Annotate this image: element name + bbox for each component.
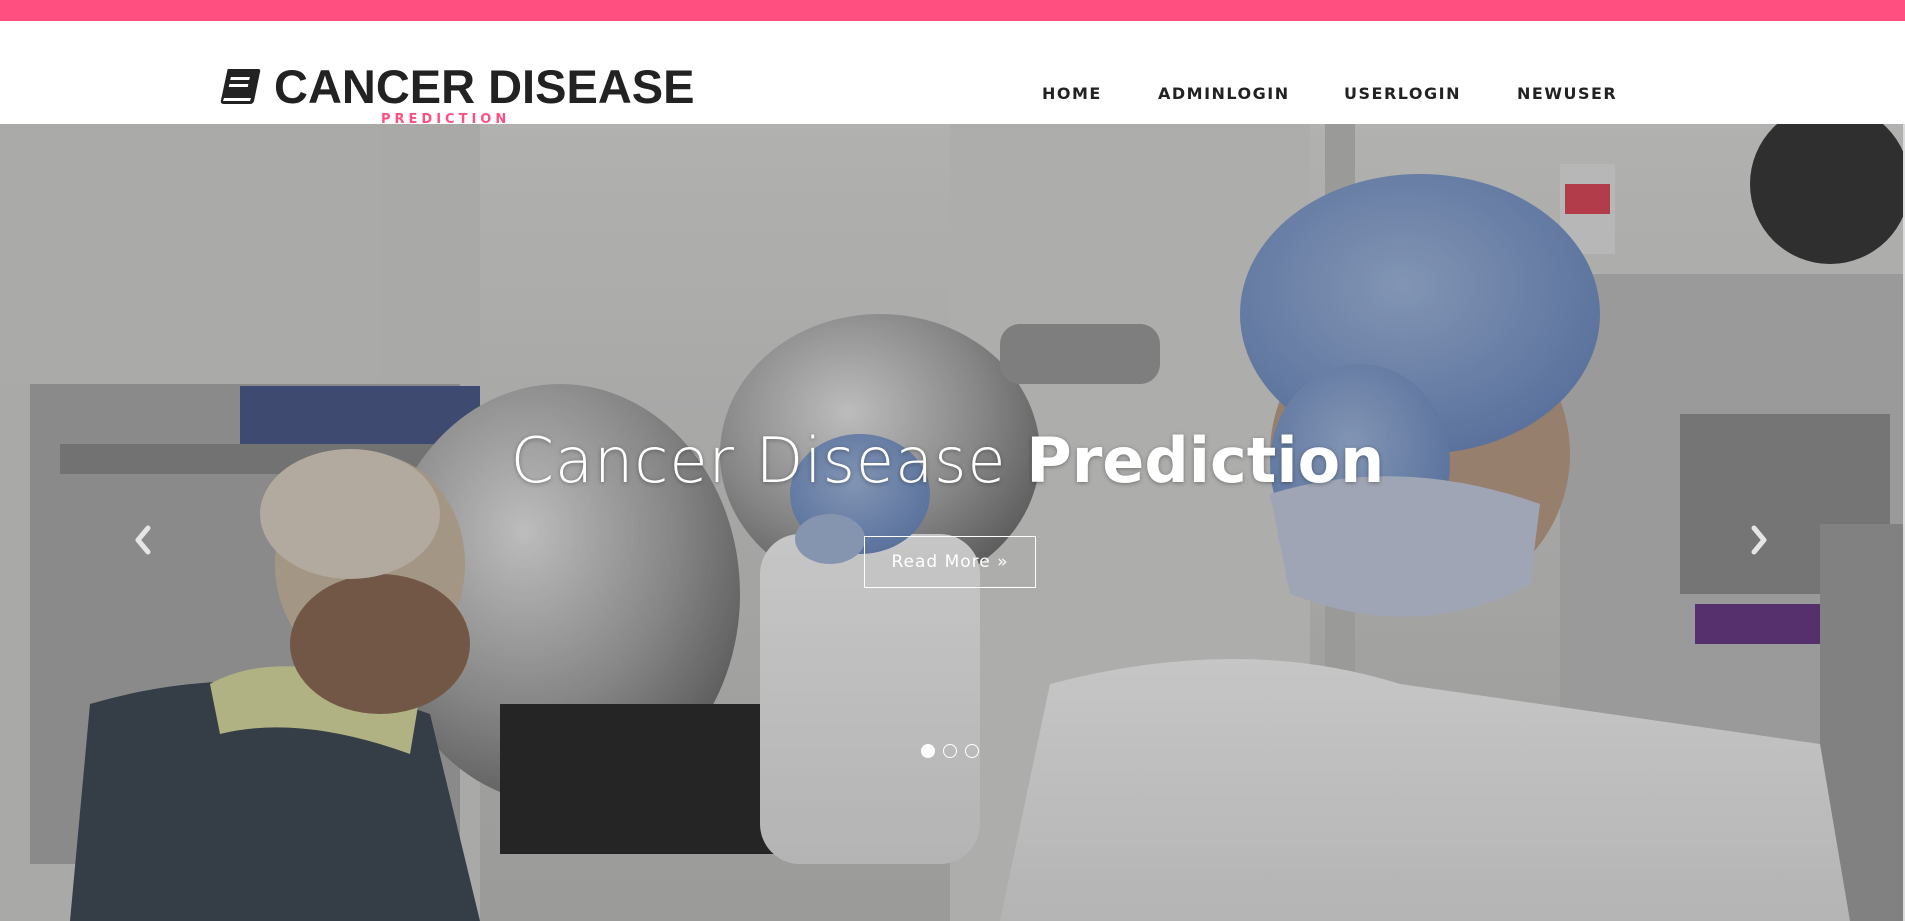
chevron-right-icon[interactable] [1740, 520, 1776, 560]
carousel-dot[interactable] [943, 744, 957, 758]
hero-caption-light: Cancer Disease [510, 424, 1007, 497]
book-icon [220, 69, 261, 104]
read-more-button[interactable]: Read More » [864, 536, 1036, 588]
carousel-indicators [921, 744, 981, 760]
top-accent-bar [0, 0, 1905, 21]
nav-home[interactable]: HOME [1042, 84, 1102, 104]
chevron-left-icon[interactable] [126, 520, 162, 560]
brand-logo[interactable]: CANCER DISEASE PREDICTION [218, 43, 694, 133]
carousel-dot[interactable] [921, 744, 935, 758]
site-header: CANCER DISEASE PREDICTION HOME ADMINLOGI… [0, 21, 1905, 127]
brand-title: CANCER DISEASE [274, 60, 695, 113]
nav-adminlogin[interactable]: ADMINLOGIN [1158, 84, 1290, 104]
hero-caption: Cancer Disease Prediction [0, 424, 1895, 498]
hero-caption-bold: Prediction [1026, 424, 1385, 497]
carousel-dot[interactable] [965, 744, 979, 758]
hero-dim-overlay [0, 124, 1905, 921]
hero-carousel: Cancer Disease Prediction Read More » [0, 124, 1905, 921]
nav-userlogin[interactable]: USERLOGIN [1344, 84, 1461, 104]
nav-newuser[interactable]: NEWUSER [1517, 84, 1617, 104]
